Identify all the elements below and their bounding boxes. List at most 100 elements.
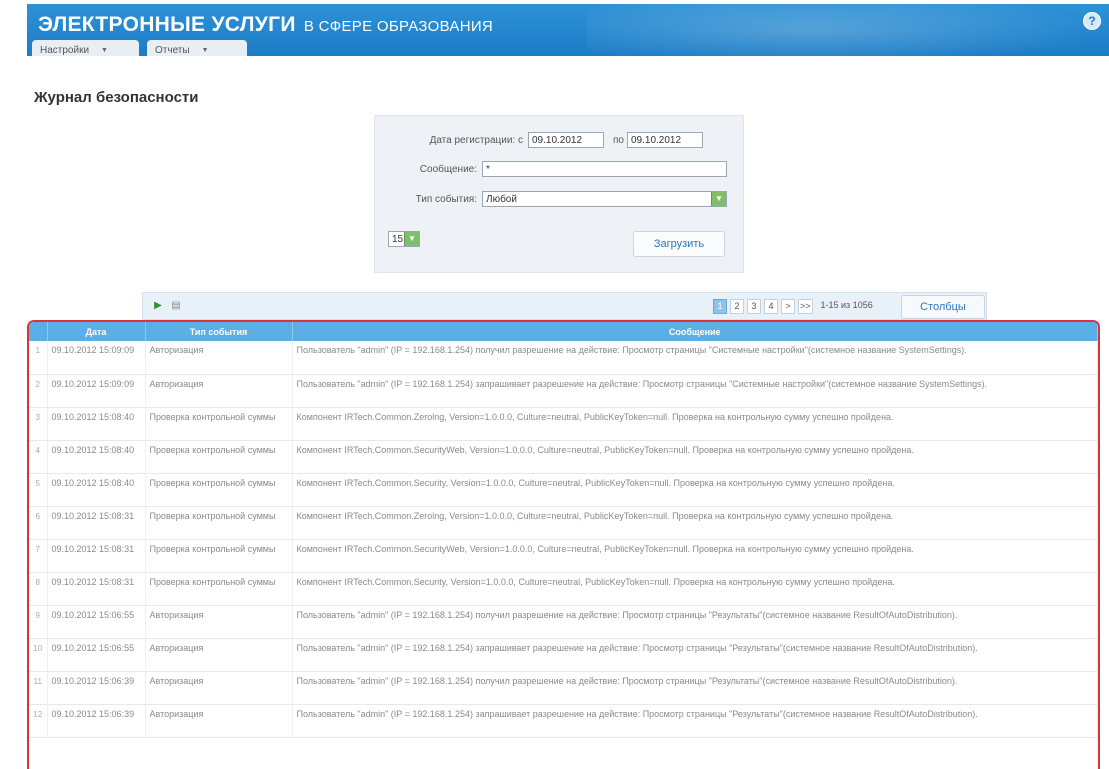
help-icon[interactable]: ? — [1083, 12, 1101, 30]
grid-toolbar: ▶ ▤ 1 2 3 4 > >> 1-15 из 1056 Столбцы — [142, 292, 987, 320]
menu-settings[interactable]: Настройки ▼ — [32, 40, 139, 56]
cell-message: Пользователь "admin" (IP = 192.168.1.254… — [292, 704, 1098, 738]
cell-message: Компонент IRTech.Common.SecurityWeb, Ver… — [292, 539, 1098, 573]
row-number: 6 — [29, 506, 48, 540]
row-number: 12 — [29, 704, 48, 738]
app-title-sub: В СФЕРЕ ОБРАЗОВАНИЯ — [303, 18, 494, 35]
cell-date: 09.10.2012 15:09:09 — [47, 341, 146, 375]
load-button[interactable]: Загрузить — [633, 231, 725, 257]
cell-event-type: Проверка контрольной суммы — [145, 506, 293, 540]
cell-date: 09.10.2012 15:09:09 — [47, 374, 146, 408]
row-number: 4 — [29, 440, 48, 474]
header-banner: ЭЛЕКТРОННЫЕ УСЛУГИ В СФЕРЕ ОБРАЗОВАНИЯ Н… — [27, 4, 1109, 56]
cell-message: Пользователь "admin" (IP = 192.168.1.254… — [292, 638, 1098, 672]
cell-date: 09.10.2012 15:06:39 — [47, 671, 146, 705]
column-header-event-type[interactable]: Тип события — [145, 322, 293, 341]
cell-message: Компонент IRTech.Common.Zerolng, Version… — [292, 407, 1098, 441]
event-type-select[interactable]: Любой ▼ — [482, 191, 727, 207]
date-from-input[interactable]: 09.10.2012 — [528, 132, 604, 148]
export-icon[interactable]: ▤ — [170, 300, 182, 312]
cell-event-type: Авторизация — [145, 638, 293, 672]
cell-event-type: Проверка контрольной суммы — [145, 407, 293, 441]
cell-date: 09.10.2012 15:06:55 — [47, 638, 146, 672]
cell-event-type: Проверка контрольной суммы — [145, 539, 293, 573]
chevron-down-icon: ▼ — [101, 46, 108, 54]
page-range: 1-15 из 1056 — [820, 300, 873, 310]
play-icon[interactable]: ▶ — [152, 300, 164, 312]
table-row[interactable]: 4 09.10.2012 15:08:40 Проверка контрольной… — [29, 440, 1098, 474]
row-number: 7 — [29, 539, 48, 573]
menu-settings-label: Настройки — [40, 44, 90, 56]
row-number: 3 — [29, 407, 48, 441]
cell-event-type: Авторизация — [145, 374, 293, 408]
row-number: 9 — [29, 605, 48, 639]
cell-event-type: Проверка контрольной суммы — [145, 473, 293, 507]
page-4[interactable]: 4 — [764, 299, 778, 314]
table-row[interactable]: 9 09.10.2012 15:06:55 Авторизация Пользоват… — [29, 605, 1098, 639]
cell-date: 09.10.2012 15:06:55 — [47, 605, 146, 639]
table-row[interactable]: 3 09.10.2012 15:08:40 Проверка контрольной… — [29, 407, 1098, 441]
table-row[interactable]: 7 09.10.2012 15:08:31 Проверка контрольной… — [29, 539, 1098, 573]
table-row[interactable]: 8 09.10.2012 15:08:31 Проверка контрольной… — [29, 572, 1098, 606]
cell-message: Пользователь "admin" (IP = 192.168.1.254… — [292, 341, 1098, 375]
column-header-date[interactable]: Дата — [47, 322, 146, 341]
event-type-label: Тип события: — [415, 194, 477, 205]
table-row[interactable]: 12 09.10.2012 15:06:39 Авторизация Пользова… — [29, 704, 1098, 738]
table-row[interactable]: 11 09.10.2012 15:06:39 Авторизация Пользова… — [29, 671, 1098, 705]
cell-message: Пользователь "admin" (IP = 192.168.1.254… — [292, 671, 1098, 705]
cell-event-type: Авторизация — [145, 704, 293, 738]
chevron-down-icon: ▼ — [711, 192, 726, 206]
cell-date: 09.10.2012 15:08:40 — [47, 473, 146, 507]
cell-event-type: Авторизация — [145, 671, 293, 705]
page-3[interactable]: 3 — [747, 299, 761, 314]
cell-date: 09.10.2012 15:08:31 — [47, 572, 146, 606]
cell-event-type: Проверка контрольной суммы — [145, 572, 293, 606]
filter-panel: Дата регистрации: с 09.10.2012 по 09.10.… — [374, 115, 744, 273]
chevron-down-icon: ▼ — [201, 46, 209, 54]
cell-message: Компонент IRTech.Common.Zerolng, Version… — [292, 506, 1098, 540]
cell-date: 09.10.2012 15:08:31 — [47, 539, 146, 573]
row-number: 1 — [29, 341, 48, 375]
table-row[interactable]: 2 09.10.2012 15:09:09 Авторизация Пользоват… — [29, 374, 1098, 408]
table-row[interactable]: 10 09.10.2012 15:06:55 Авторизация Пользова… — [29, 638, 1098, 672]
page-title: Журнал безопасности — [34, 89, 199, 106]
row-number: 8 — [29, 572, 48, 606]
date-to-input[interactable]: 09.10.2012 — [627, 132, 703, 148]
date-to-label: по — [613, 135, 624, 146]
page-1[interactable]: 1 — [713, 299, 727, 314]
date-label: Дата регистрации: с — [429, 135, 523, 146]
event-type-value: Любой — [486, 194, 517, 205]
row-number: 2 — [29, 374, 48, 408]
row-number: 10 — [29, 638, 48, 672]
table-row[interactable]: 6 09.10.2012 15:08:31 Проверка контрольной… — [29, 506, 1098, 540]
column-header-message[interactable]: Сообщение — [292, 322, 1098, 341]
cell-date: 09.10.2012 15:08:31 — [47, 506, 146, 540]
page-size-select[interactable]: 15 ▼ — [388, 231, 420, 247]
message-input[interactable]: * — [482, 161, 727, 177]
cell-event-type: Авторизация — [145, 341, 293, 375]
grid-body: 1 09.10.2012 15:09:09 Авторизация Пользоват… — [29, 341, 1098, 738]
pagination: 1 2 3 4 > >> 1-15 из 1056 — [713, 299, 874, 314]
last-page-button[interactable]: >> — [798, 299, 813, 314]
table-row[interactable]: 1 09.10.2012 15:09:09 Авторизация Пользоват… — [29, 341, 1098, 375]
page-2[interactable]: 2 — [730, 299, 744, 314]
menu-reports-label: Отчеты — [155, 44, 190, 56]
chevron-down-icon: ▼ — [404, 232, 419, 246]
app-title: ЭЛЕКТРОННЫЕ УСЛУГИ В СФЕРЕ ОБРАЗОВАНИЯ — [38, 13, 493, 37]
cell-message: Пользователь "admin" (IP = 192.168.1.254… — [292, 374, 1098, 408]
cell-message: Пользователь "admin" (IP = 192.168.1.254… — [292, 605, 1098, 639]
cell-date: 09.10.2012 15:08:40 — [47, 440, 146, 474]
menu-reports[interactable]: Отчеты ▼ — [147, 40, 247, 56]
columns-button[interactable]: Столбцы — [901, 295, 985, 319]
cell-event-type: Авторизация — [145, 605, 293, 639]
row-number-header — [29, 322, 48, 341]
security-log-grid: Дата Тип события Сообщение 1 09.10.2012 1… — [27, 320, 1100, 769]
row-number: 5 — [29, 473, 48, 507]
cell-date: 09.10.2012 15:08:40 — [47, 407, 146, 441]
cell-date: 09.10.2012 15:06:39 — [47, 704, 146, 738]
cell-message: Компонент IRTech.Common.Security, Versio… — [292, 473, 1098, 507]
cell-message: Компонент IRTech.Common.SecurityWeb, Ver… — [292, 440, 1098, 474]
table-row[interactable]: 5 09.10.2012 15:08:40 Проверка контрольной… — [29, 473, 1098, 507]
cell-event-type: Проверка контрольной суммы — [145, 440, 293, 474]
next-page-button[interactable]: > — [781, 299, 795, 314]
